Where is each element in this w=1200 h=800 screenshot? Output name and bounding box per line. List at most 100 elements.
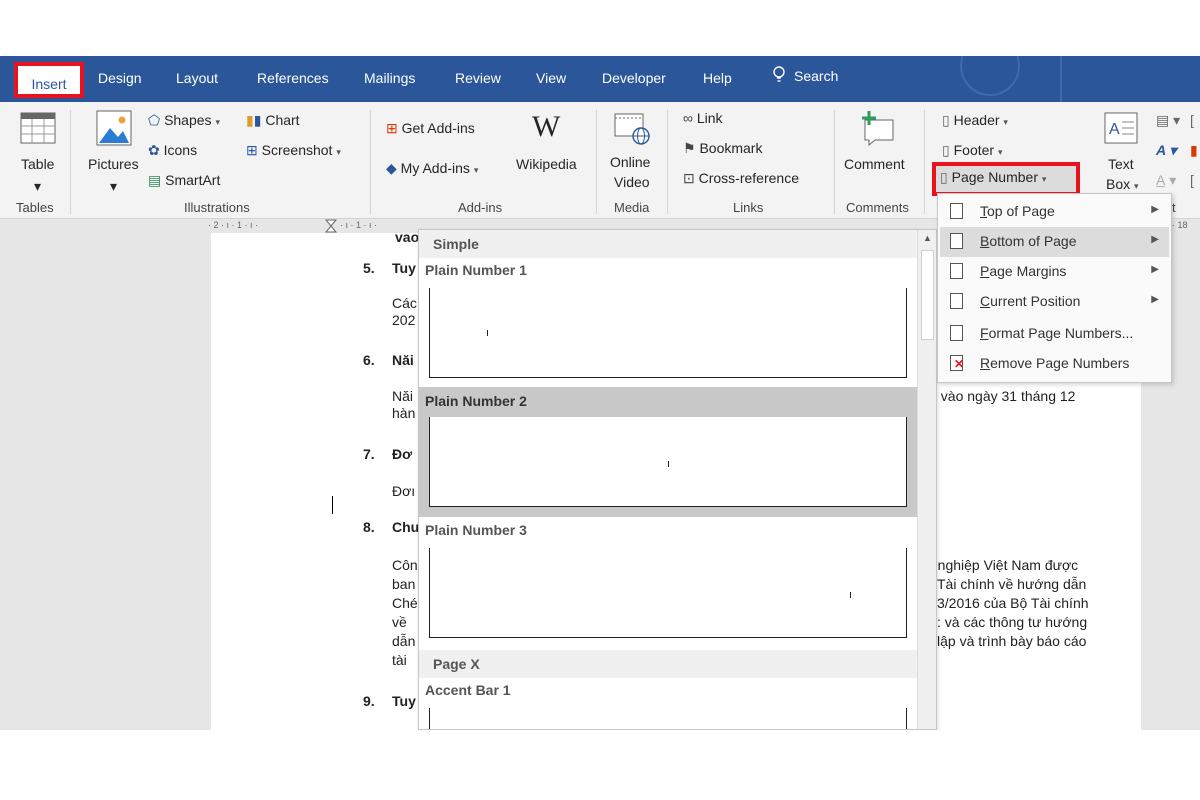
lightbulb-icon xyxy=(773,66,785,82)
tab-design[interactable]: Design xyxy=(98,70,142,86)
header-button[interactable]: ▯ Header ▾ xyxy=(942,112,1008,129)
chevron-down-icon: ▾ xyxy=(336,147,341,157)
top-of-page-icon xyxy=(950,203,963,219)
menu-item-current-position[interactable]: Current Position ▶ xyxy=(940,287,1169,317)
footer-label: Footer xyxy=(953,142,995,158)
online-video-label-2: Video xyxy=(614,174,650,190)
list-heading: Đơ xyxy=(392,446,413,462)
menu-item-top-of-page[interactable]: Top of Page ▶ xyxy=(940,197,1169,227)
group-separator xyxy=(924,110,925,214)
smartart-icon: ▤ xyxy=(148,172,162,188)
tab-help[interactable]: Help xyxy=(703,70,732,86)
gallery-item-preview xyxy=(429,708,907,729)
icons-label: Icons xyxy=(163,142,198,158)
menu-item-remove-page-numbers[interactable]: ✕ Remove Page Numbers xyxy=(940,349,1169,379)
search-box[interactable]: Search xyxy=(772,66,838,84)
group-label-illustrations: Illustrations xyxy=(184,200,250,215)
addins-icon: ◆ xyxy=(386,160,397,176)
wordart-icon[interactable]: A ▾ xyxy=(1156,142,1177,159)
gallery-item-label: Plain Number 3 xyxy=(425,522,527,538)
link-button[interactable]: ∞ Link xyxy=(683,110,723,126)
menu-label-rest: emove Page Numbers xyxy=(990,355,1130,371)
textbox-label-2: Box ▾ xyxy=(1106,176,1139,192)
chart-button[interactable]: ▮▮ Chart xyxy=(246,112,300,129)
bookmark-button[interactable]: ⚑ Bookmark xyxy=(683,140,762,157)
gallery-item-plain-number-2[interactable]: Plain Number 2 xyxy=(419,387,917,517)
signature-line-icon[interactable]: [ xyxy=(1190,112,1194,128)
menu-item-format-page-numbers[interactable]: Format Page Numbers... xyxy=(940,319,1169,349)
doc-line-right: h nghiệp Việt Nam được xyxy=(926,557,1079,573)
shapes-icon: ⬠ xyxy=(148,112,161,128)
cross-reference-button[interactable]: ⊡ Cross-reference xyxy=(683,170,799,187)
doc-line: về xyxy=(392,614,407,630)
gallery-item-label: Accent Bar 1 xyxy=(425,682,511,698)
scroll-up-icon[interactable]: ▲ xyxy=(923,233,932,243)
remove-page-numbers-icon: ✕ xyxy=(950,355,965,371)
list-number: 9. xyxy=(363,693,375,709)
store-icon: ⊞ xyxy=(386,120,398,136)
cross-reference-icon: ⊡ xyxy=(683,170,695,186)
tab-view[interactable]: View xyxy=(536,70,566,86)
smartart-label: SmartArt xyxy=(165,172,221,188)
tab-layout[interactable]: Layout xyxy=(176,70,218,86)
gallery-scrollbar[interactable]: ▲ xyxy=(917,230,936,729)
decorative-circle xyxy=(960,56,1020,96)
tab-insert[interactable]: Insert xyxy=(14,62,84,98)
icons-button[interactable]: ✿ Icons xyxy=(148,142,197,159)
menu-item-bottom-of-page[interactable]: Bottom of Page ▶ xyxy=(940,227,1169,257)
table-label: Table xyxy=(21,156,55,172)
doc-line: hàn xyxy=(392,405,416,421)
doc-line-right: ıc vào ngày 31 tháng 12 xyxy=(926,388,1076,404)
doc-line-right: Tài chính về hướng dẫn xyxy=(937,576,1087,592)
chart-label: Chart xyxy=(265,112,300,128)
doc-line: Côn xyxy=(392,557,418,573)
menu-label-rest: op of Page xyxy=(987,203,1055,219)
footer-button[interactable]: ▯ Footer ▾ xyxy=(942,142,1003,159)
date-time-icon[interactable]: ▮ xyxy=(1190,142,1198,159)
list-number: 6. xyxy=(363,352,375,368)
menu-item-page-margins[interactable]: Page Margins ▶ xyxy=(940,257,1169,287)
list-number: 7. xyxy=(363,446,375,462)
link-icon: ∞ xyxy=(683,110,693,126)
close-icon: ✕ xyxy=(954,357,965,371)
get-addins-label: Get Add-ins xyxy=(401,120,475,136)
tab-developer[interactable]: Developer xyxy=(602,70,666,86)
comment-icon xyxy=(862,111,894,146)
tab-review[interactable]: Review xyxy=(455,70,501,86)
menu-label-rest: urrent Position xyxy=(990,293,1081,309)
textbox-icon: A xyxy=(1104,112,1138,144)
gallery-item-preview xyxy=(429,417,907,507)
menu-accelerator: B xyxy=(980,233,990,249)
screenshot-button[interactable]: ⊞ Screenshot ▾ xyxy=(246,142,341,159)
gallery-section-page-x: Page X xyxy=(419,650,917,678)
shapes-button[interactable]: ⬠ Shapes ▾ xyxy=(148,112,220,129)
tab-mailings[interactable]: Mailings xyxy=(364,70,415,86)
comment-label: Comment xyxy=(844,156,905,172)
my-addins-button[interactable]: ◆ My Add-ins ▾ xyxy=(386,160,478,177)
doc-line-right: lập và trình bày báo cáo xyxy=(937,633,1087,649)
group-label-addins: Add-ins xyxy=(458,200,503,215)
screenshot-label: Screenshot xyxy=(261,142,333,158)
group-separator xyxy=(834,110,835,214)
current-position-icon xyxy=(950,293,963,309)
chevron-down-icon: ▾ xyxy=(215,117,220,127)
page-number-marker xyxy=(850,592,851,598)
chevron-right-icon: ▶ xyxy=(1151,264,1159,275)
ruler-mid-text: · ı · 1 · ı · xyxy=(340,220,377,230)
header-label: Header xyxy=(953,112,1000,128)
svg-text:A: A xyxy=(1109,121,1120,138)
object-icon[interactable]: [ xyxy=(1190,172,1194,188)
scrollbar-thumb[interactable] xyxy=(921,250,934,340)
group-separator xyxy=(667,110,668,214)
link-label: Link xyxy=(696,110,723,126)
get-addins-button[interactable]: ⊞ Get Add-ins xyxy=(386,120,475,137)
screenshot-icon: ⊞ xyxy=(246,142,258,158)
ruler-right-text: · 18 xyxy=(1172,220,1188,230)
table-icon xyxy=(20,112,56,144)
indent-marker-icon[interactable] xyxy=(325,219,337,233)
quick-parts-icon[interactable]: ▤ ▾ xyxy=(1156,112,1180,129)
smartart-button[interactable]: ▤ SmartArt xyxy=(148,172,220,189)
page-number-button[interactable]: ▯ Page Number ▾ xyxy=(932,162,1080,196)
drop-cap-icon[interactable]: A̲ ▾ xyxy=(1156,172,1176,189)
tab-references[interactable]: References xyxy=(257,70,329,86)
